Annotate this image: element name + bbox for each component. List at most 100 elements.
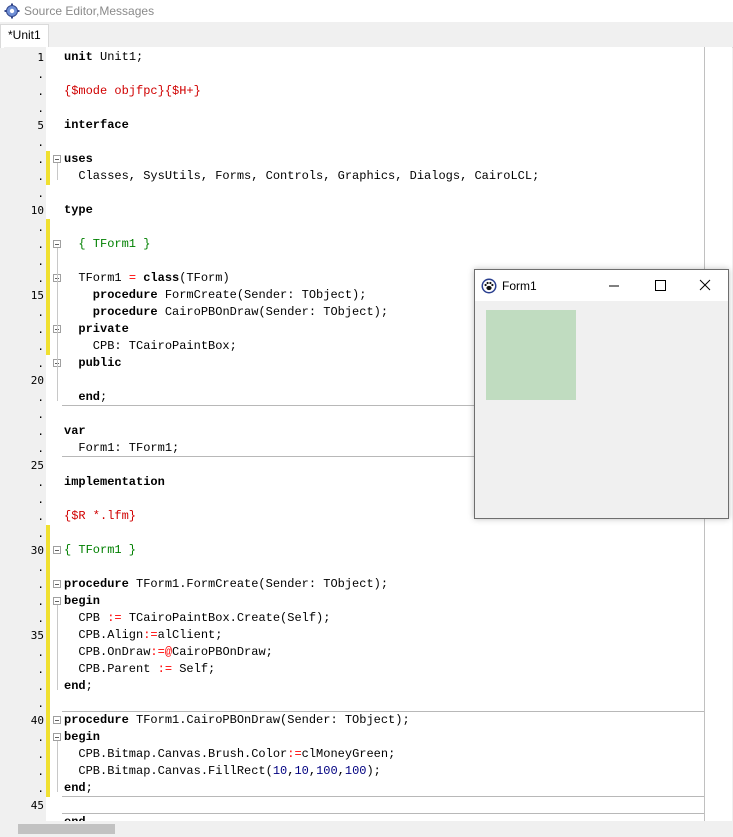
line-dot: .: [37, 697, 44, 710]
code-line[interactable]: private: [64, 321, 129, 338]
code-token: :=@: [150, 645, 173, 659]
line-dot: .: [37, 595, 44, 608]
fold-toggle-icon[interactable]: [53, 597, 61, 605]
line-dot: .: [37, 391, 44, 404]
code-line[interactable]: CPB.Align:=alClient;: [64, 627, 222, 644]
code-token: { TForm1 }: [64, 237, 151, 251]
code-line[interactable]: begin: [64, 729, 100, 746]
code-token: type: [64, 203, 93, 217]
code-line[interactable]: CPB.Parent := Self;: [64, 661, 215, 678]
code-token: TForm1.FormCreate(Sender: TObject);: [136, 577, 389, 591]
code-line[interactable]: CPB.Bitmap.Canvas.FillRect(10,10,100,100…: [64, 763, 381, 780]
form1-window[interactable]: Form1: [474, 269, 729, 519]
code-line[interactable]: procedure TForm1.CairoPBOnDraw(Sender: T…: [64, 712, 410, 729]
line-dot: .: [37, 731, 44, 744]
code-token: unit: [64, 50, 101, 64]
fold-toggle-icon[interactable]: [53, 240, 61, 248]
cairo-paint-box: [486, 310, 576, 400]
line-dot: .: [37, 187, 44, 200]
code-token: CPB.Bitmap.Canvas.FillRect(: [64, 764, 273, 778]
section-divider: [62, 796, 704, 797]
scrollbar-thumb[interactable]: [18, 824, 115, 834]
fold-toggle-icon[interactable]: [53, 155, 61, 163]
line-dot: .: [37, 153, 44, 166]
code-line[interactable]: Form1: TForm1;: [64, 440, 179, 457]
code-line[interactable]: end.: [64, 814, 93, 821]
code-token: private: [64, 322, 129, 336]
code-line[interactable]: Classes, SysUtils, Forms, Controls, Grap…: [64, 168, 539, 185]
code-token: begin: [64, 594, 101, 608]
code-token: procedure: [64, 288, 165, 302]
fold-toggle-icon[interactable]: [53, 733, 61, 741]
code-token: CairoPBOnDraw(Sender: TObject);: [164, 305, 389, 319]
line-number: 45: [30, 799, 44, 812]
code-token: 10: [294, 764, 309, 778]
code-line[interactable]: uses: [64, 151, 93, 168]
code-token: TCairoPaintBox.Create(Self);: [128, 611, 331, 625]
line-dot: .: [37, 510, 44, 523]
line-number: 15: [30, 289, 44, 302]
fold-toggle-icon[interactable]: [53, 546, 61, 554]
code-token: end: [64, 390, 101, 404]
code-line[interactable]: CPB: TCairoPaintBox;: [64, 338, 237, 355]
line-number: 25: [30, 459, 44, 472]
line-number: 5: [37, 119, 44, 132]
code-line[interactable]: public: [64, 355, 122, 372]
code-token: CPB: TCairoPaintBox;: [64, 339, 237, 353]
code-token: Unit1;: [100, 50, 144, 64]
code-token: ,: [308, 764, 317, 778]
code-token: ;: [85, 781, 93, 795]
line-number: 10: [30, 204, 44, 217]
line-dot: .: [37, 340, 44, 353]
fold-toggle-icon[interactable]: [53, 716, 61, 724]
modified-marker: [46, 151, 50, 185]
code-token: clMoneyGreen;: [301, 747, 396, 761]
line-dot: .: [37, 238, 44, 251]
code-line[interactable]: { TForm1 }: [64, 542, 136, 559]
fold-toggle-icon[interactable]: [53, 580, 61, 588]
code-line[interactable]: { TForm1 }: [64, 236, 150, 253]
tab-unit1[interactable]: *Unit1: [0, 24, 49, 48]
code-line[interactable]: {$R *.lfm}: [64, 508, 136, 525]
gutter: 1... 5.... 10.... 15.... 20.... 25.... 30.... 3…: [4, 47, 46, 821]
code-line[interactable]: begin: [64, 593, 100, 610]
code-line[interactable]: procedure CairoPBOnDraw(Sender: TObject)…: [64, 304, 388, 321]
code-line[interactable]: var: [64, 423, 86, 440]
form1-title: Form1: [502, 279, 537, 293]
code-line[interactable]: procedure TForm1.FormCreate(Sender: TObj…: [64, 576, 388, 593]
code-line[interactable]: CPB.OnDraw:=@CairoPBOnDraw;: [64, 644, 273, 661]
code-line[interactable]: interface: [64, 117, 129, 134]
code-line[interactable]: TForm1 = class(TForm): [64, 270, 229, 287]
line-number: 30: [30, 544, 44, 557]
code-line[interactable]: end;: [64, 780, 93, 797]
fold-line: [57, 163, 58, 180]
code-token: end: [64, 679, 86, 693]
code-line[interactable]: CPB.Bitmap.Canvas.Brush.Color:=clMoneyGr…: [64, 746, 395, 763]
code-line[interactable]: CPB := TCairoPaintBox.Create(Self);: [64, 610, 330, 627]
code-line[interactable]: {$mode objfpc}{$H+}: [64, 83, 201, 100]
code-token: :=: [107, 611, 129, 625]
minimize-button[interactable]: [591, 270, 637, 301]
code-line[interactable]: unit Unit1;: [64, 49, 143, 66]
code-line[interactable]: end;: [64, 389, 107, 406]
code-line[interactable]: type: [64, 202, 93, 219]
code-token: CairoPBOnDraw;: [172, 645, 273, 659]
code-token: public: [64, 356, 122, 370]
code-token: );: [366, 764, 381, 778]
line-dot: .: [37, 85, 44, 98]
code-token: ;: [100, 390, 108, 404]
horizontal-scrollbar[interactable]: [4, 821, 732, 837]
line-dot: .: [37, 748, 44, 761]
code-line[interactable]: implementation: [64, 474, 165, 491]
code-token: CPB: [64, 611, 108, 625]
close-button[interactable]: [682, 270, 728, 301]
line-dot: .: [37, 272, 44, 285]
line-dot: .: [37, 136, 44, 149]
code-line[interactable]: procedure FormCreate(Sender: TObject);: [64, 287, 367, 304]
line-dot: .: [37, 170, 44, 183]
form1-title-bar[interactable]: Form1: [475, 270, 728, 301]
section-divider: [62, 813, 704, 814]
maximize-icon: [655, 280, 666, 291]
maximize-button[interactable]: [637, 270, 683, 301]
code-line[interactable]: end;: [64, 678, 93, 695]
